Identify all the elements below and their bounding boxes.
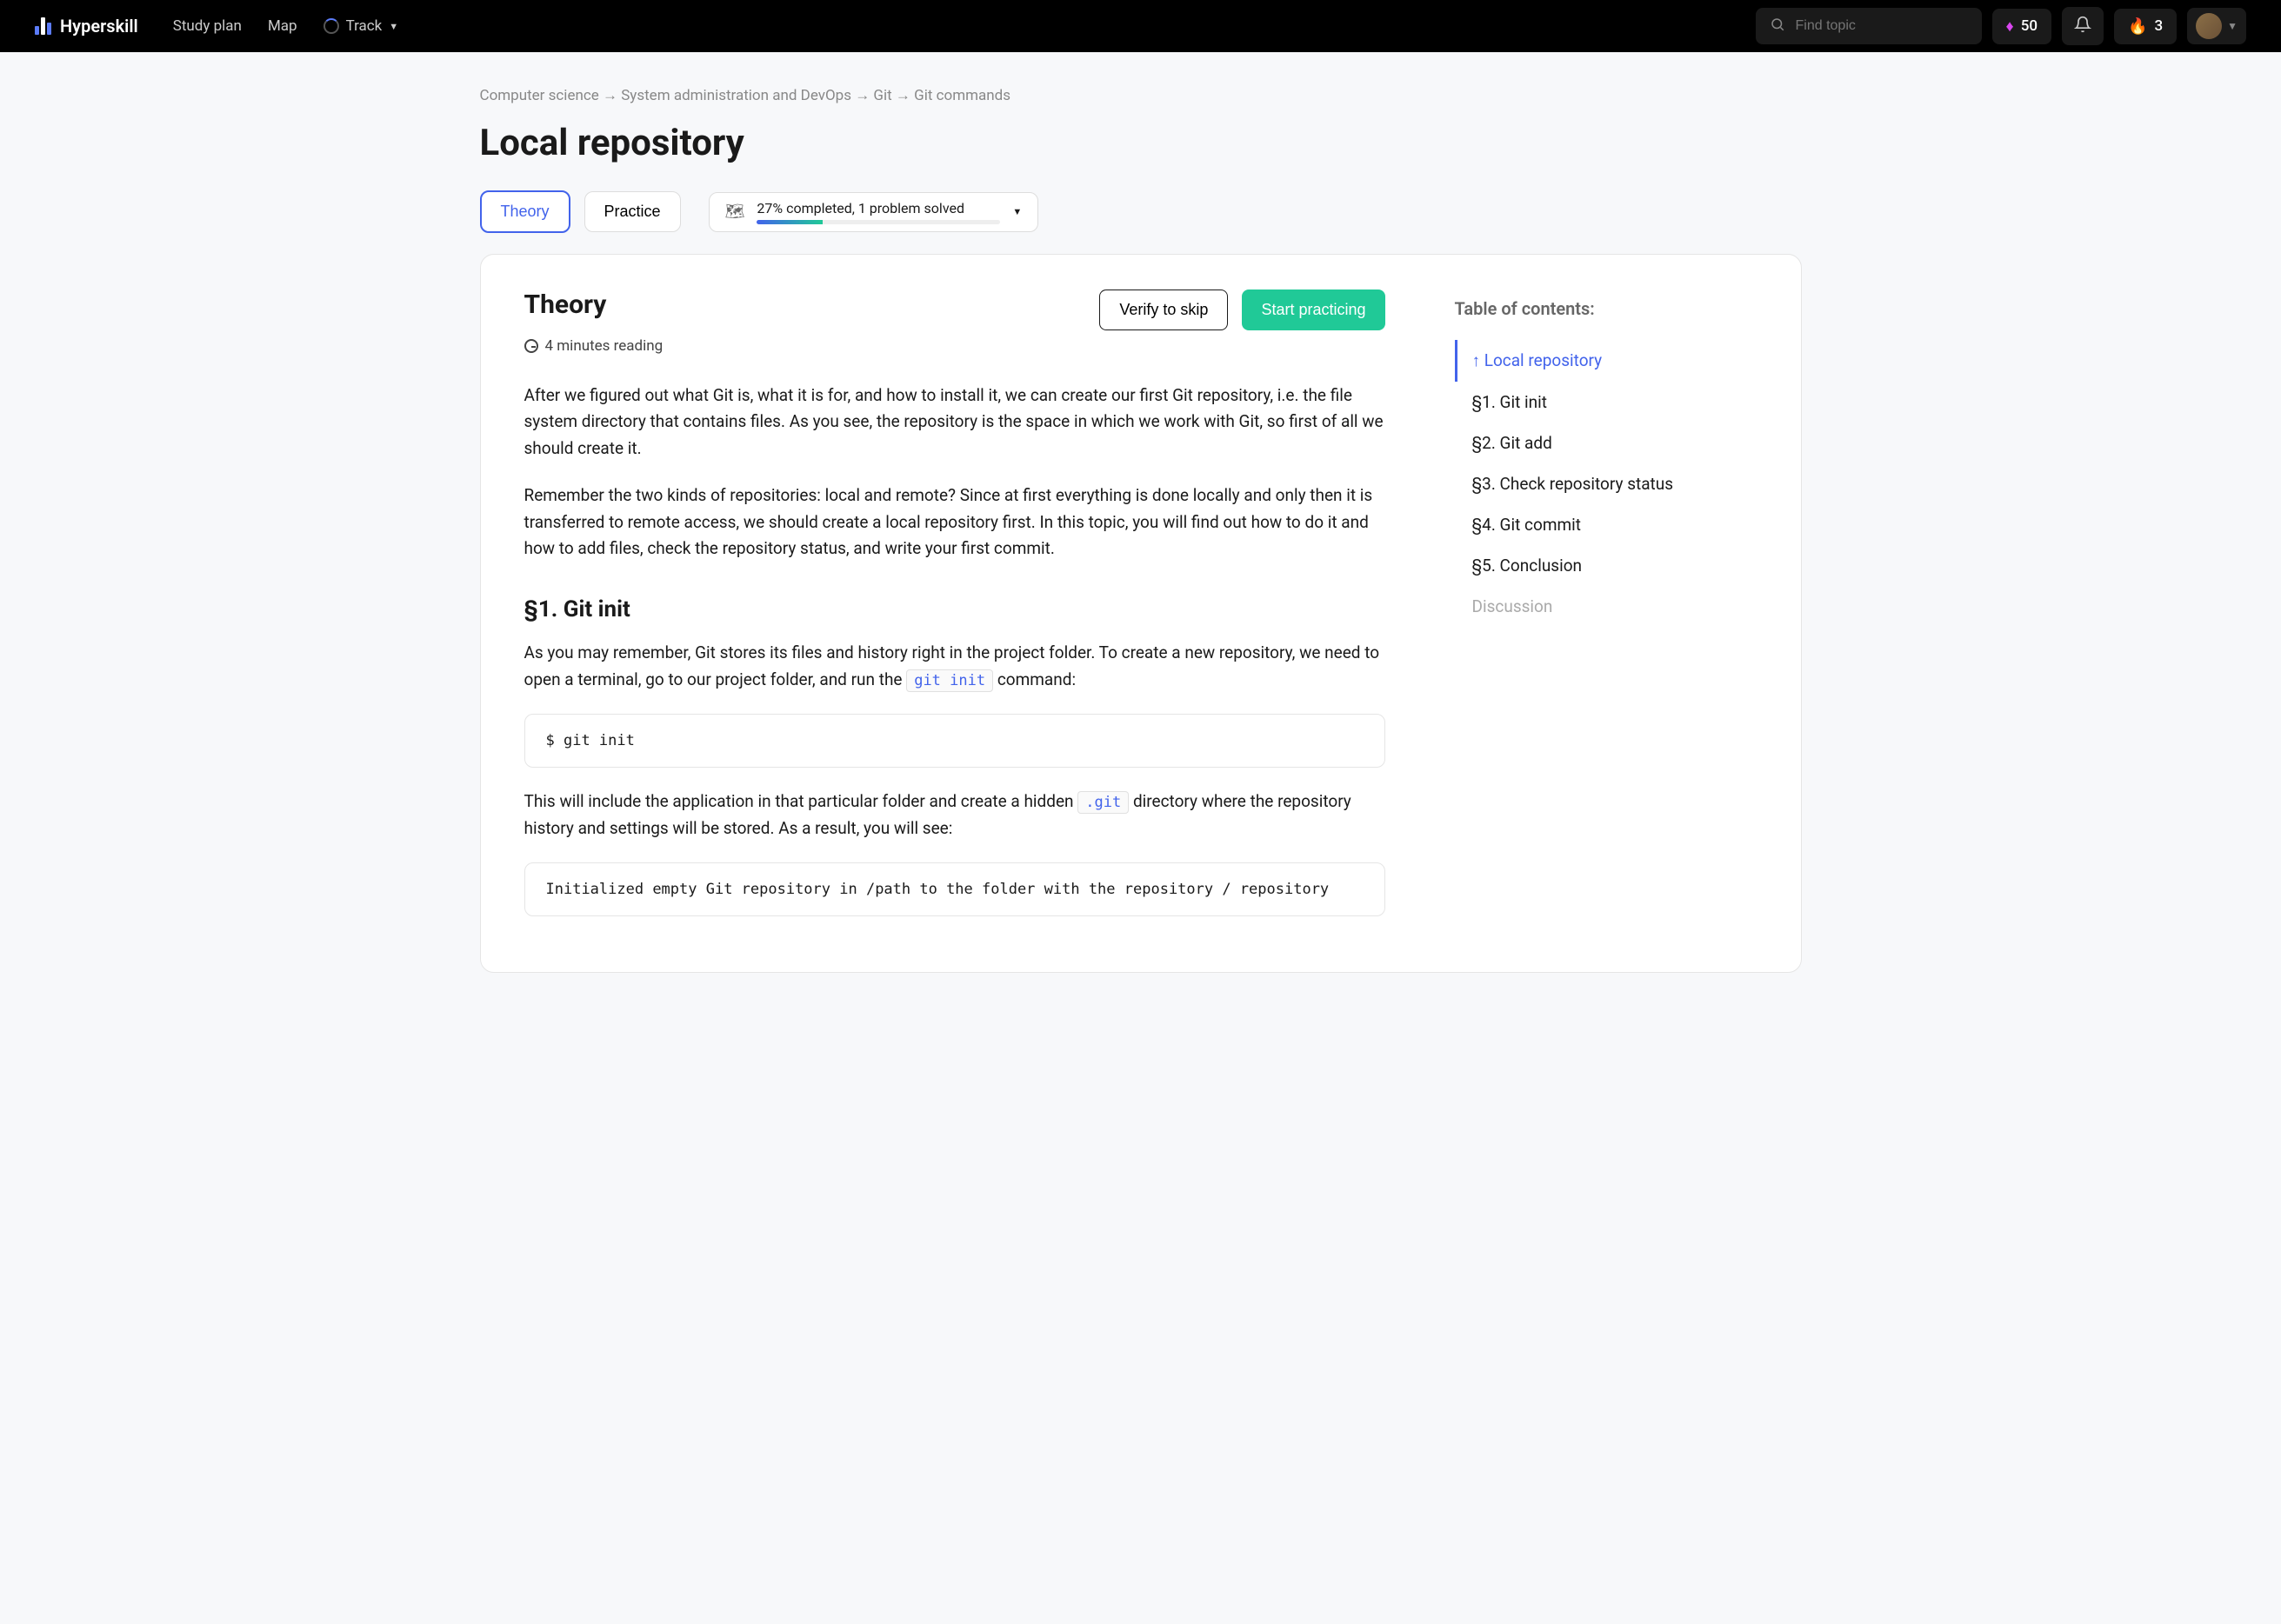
breadcrumb-l2[interactable]: System administration and DevOps	[621, 87, 851, 104]
nav-track[interactable]: Track ▼	[323, 17, 399, 35]
chevron-down-icon: ▼	[2227, 20, 2238, 32]
nav-study-plan[interactable]: Study plan	[173, 17, 242, 35]
bell-icon	[2074, 20, 2091, 37]
brand-name: Hyperskill	[60, 16, 138, 37]
avatar-icon	[2196, 13, 2222, 39]
progress-bar	[757, 220, 1000, 224]
table-of-contents: Table of contents: ↑ Local repository §1…	[1455, 290, 1716, 937]
brand-logo[interactable]: Hyperskill	[35, 16, 138, 37]
toc-item-5[interactable]: §5. Conclusion	[1455, 545, 1716, 586]
toc-heading: Table of contents:	[1455, 298, 1716, 319]
track-ring-icon	[323, 18, 339, 34]
search-input[interactable]	[1796, 18, 1968, 34]
verify-skip-button[interactable]: Verify to skip	[1099, 290, 1228, 330]
logo-icon	[35, 17, 51, 35]
toc-item-2[interactable]: §2. Git add	[1455, 423, 1716, 463]
toc-item-1[interactable]: §1. Git init	[1455, 382, 1716, 423]
git-init-p1: As you may remember, Git stores its file…	[524, 640, 1385, 693]
gem-icon: ♦	[2006, 17, 2014, 36]
clock-icon	[524, 339, 538, 353]
toc-anchor-top[interactable]: ↑ Local repository	[1455, 340, 1716, 382]
breadcrumb-l4[interactable]: Git commands	[914, 87, 1010, 104]
tab-theory[interactable]: Theory	[480, 190, 570, 233]
code-block-initialized: Initialized empty Git repository in /pat…	[524, 862, 1385, 916]
theory-heading: Theory	[524, 290, 607, 320]
chevron-down-icon: ▼	[1012, 206, 1022, 217]
main-nav: Study plan Map Track ▼	[173, 17, 398, 35]
intro-p2: Remember the two kinds of repositories: …	[524, 483, 1385, 562]
streak-badge[interactable]: 🔥 3	[2114, 9, 2177, 44]
chevron-down-icon: ▼	[389, 21, 398, 32]
tab-row: Theory Practice 🗺 27% completed, 1 probl…	[480, 190, 1802, 233]
nav-map[interactable]: Map	[268, 17, 297, 35]
nav-track-label: Track	[346, 17, 383, 35]
toc-item-4[interactable]: §4. Git commit	[1455, 504, 1716, 545]
top-header: Hyperskill Study plan Map Track ▼ ♦ 50 🔥…	[0, 0, 2281, 52]
user-menu[interactable]: ▼	[2187, 8, 2246, 44]
code-block-git-init: $ git init	[524, 714, 1385, 768]
git-init-p2: This will include the application in tha…	[524, 789, 1385, 842]
toc-item-3[interactable]: §3. Check repository status	[1455, 463, 1716, 504]
content-card: Theory Verify to skip Start practicing 4…	[480, 254, 1802, 973]
map-icon: 🗺	[725, 203, 745, 221]
toc-discussion[interactable]: Discussion	[1455, 586, 1716, 627]
search-box[interactable]	[1756, 8, 1982, 44]
streak-count: 3	[2154, 17, 2163, 35]
breadcrumb: Computer science → System administration…	[480, 87, 1802, 104]
gems-badge[interactable]: ♦ 50	[1992, 9, 2052, 44]
page-title: Local repository	[480, 122, 1802, 164]
start-practicing-button[interactable]: Start practicing	[1242, 290, 1384, 330]
tab-practice[interactable]: Practice	[584, 191, 681, 232]
progress-label: 27% completed, 1 problem solved	[757, 200, 1000, 216]
notifications-button[interactable]	[2062, 7, 2104, 45]
breadcrumb-l3[interactable]: Git	[873, 87, 891, 104]
progress-chip[interactable]: 🗺 27% completed, 1 problem solved ▼	[709, 192, 1039, 232]
reading-time: 4 minutes reading	[524, 337, 1385, 355]
main-column: Theory Verify to skip Start practicing 4…	[524, 290, 1385, 937]
intro-p1: After we figured out what Git is, what i…	[524, 383, 1385, 462]
breadcrumb-l1[interactable]: Computer science	[480, 87, 599, 104]
gems-count: 50	[2021, 17, 2038, 35]
search-icon	[1770, 17, 1785, 36]
inline-code-git-init: git init	[906, 669, 993, 692]
fire-icon: 🔥	[2128, 17, 2147, 36]
inline-code-dot-git: .git	[1077, 791, 1129, 814]
page-content: Computer science → System administration…	[437, 52, 1845, 1008]
section-git-init-title: §1. Git init	[524, 596, 1385, 622]
